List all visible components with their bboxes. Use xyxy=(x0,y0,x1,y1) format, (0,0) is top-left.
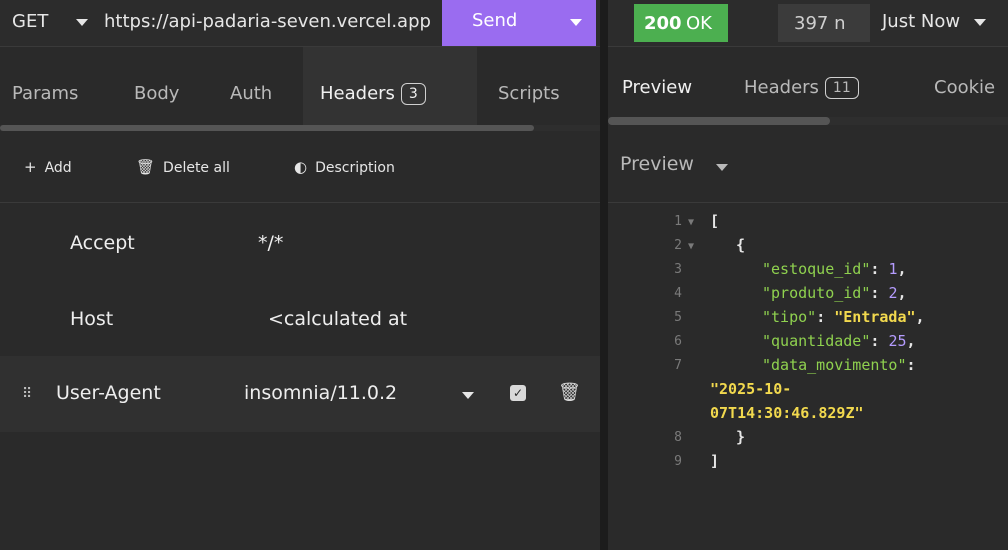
json-string: "2025-10- xyxy=(710,380,792,398)
response-time[interactable]: Just Now xyxy=(882,11,960,32)
line-number: 3 xyxy=(674,262,682,277)
headers-count-badge: 3 xyxy=(400,83,426,105)
tab-cookies[interactable]: Cookie xyxy=(934,77,995,98)
response-status-bar: 200 OK 397 n Just Now xyxy=(608,0,1008,47)
preview-mode-select[interactable]: Preview xyxy=(620,153,694,175)
json-key: "produto_id" xyxy=(762,284,871,302)
header-row: ⠿ User-Agent insomnia/11.0.2 ✓ 🗑 xyxy=(0,356,600,432)
value-chevron-down-icon[interactable] xyxy=(462,392,474,399)
code-line: 7 "data_movimento": xyxy=(608,356,1008,380)
line-number: 2 xyxy=(674,238,682,253)
header-row: Accept */* xyxy=(0,206,600,282)
tab-response-headers-label: Headers xyxy=(744,77,819,98)
tab-headers-label: Headers xyxy=(320,83,395,104)
line-number: 4 xyxy=(674,286,682,301)
response-size: 397 n xyxy=(778,4,870,42)
send-chevron-down-icon[interactable] xyxy=(570,19,582,26)
json-key: "tipo" xyxy=(762,308,817,326)
code-text: "produto_id": 2, xyxy=(762,284,907,302)
preview-chevron-down-icon[interactable] xyxy=(716,164,728,171)
tab-preview[interactable]: Preview xyxy=(622,77,692,98)
response-pane: 200 OK 397 n Just Now Preview Headers 11 … xyxy=(608,0,1008,550)
trash-icon: 🗑 xyxy=(136,158,156,176)
json-key: "data_movimento" xyxy=(762,356,907,374)
header-value[interactable]: */* xyxy=(258,232,283,254)
code-text: "tipo": "Entrada", xyxy=(762,308,925,326)
tabs-scrollbar-thumb[interactable] xyxy=(0,125,534,131)
header-row: Host <calculated at xyxy=(0,282,600,358)
delete-all-label: Delete all xyxy=(163,160,230,176)
json-string: 07T14:30:46.829Z" xyxy=(710,404,864,422)
code-text: ] xyxy=(710,452,720,470)
request-tabs: Params Body Auth Headers 3 Scripts xyxy=(0,47,600,129)
header-name[interactable]: Host xyxy=(70,308,113,330)
trash-icon[interactable]: 🗑 xyxy=(558,382,581,403)
line-number: 9 xyxy=(674,454,682,469)
send-label: Send xyxy=(472,10,518,31)
line-number: 1 xyxy=(674,214,682,229)
code-text: "data_movimento": xyxy=(762,356,916,374)
line-number: 6 xyxy=(674,334,682,349)
status-text: OK xyxy=(686,13,712,34)
add-label: Add xyxy=(44,160,72,176)
tab-body[interactable]: Body xyxy=(134,83,179,104)
code-text: "quantidade": 25, xyxy=(762,332,916,350)
header-name[interactable]: User-Agent xyxy=(56,382,161,404)
pane-divider[interactable] xyxy=(600,0,608,550)
url-input[interactable]: https://api-padaria-seven.vercel.app xyxy=(104,11,442,32)
code-text: { xyxy=(736,236,746,254)
code-line: 5 "tipo": "Entrada", xyxy=(608,308,1008,332)
header-name[interactable]: Accept xyxy=(70,232,135,254)
line-number: 8 xyxy=(674,430,682,445)
code-line: "2025-10- xyxy=(608,380,1008,404)
header-value[interactable]: insomnia/11.0.2 xyxy=(244,382,397,404)
toggle-icon: ◐ xyxy=(294,158,308,176)
json-key: "estoque_id" xyxy=(762,260,871,278)
plus-icon: + xyxy=(24,158,37,176)
history-chevron-down-icon[interactable] xyxy=(974,19,986,26)
headers-toolbar: + Add 🗑 Delete all ◐ Description xyxy=(0,136,600,203)
tab-response-headers[interactable]: Headers 11 xyxy=(744,77,859,99)
fold-chevron-icon[interactable]: ▼ xyxy=(688,241,694,252)
status-badge: 200 OK xyxy=(634,4,728,42)
code-text: "estoque_id": 1, xyxy=(762,260,907,278)
description-label: Description xyxy=(315,160,395,176)
response-headers-count-badge: 11 xyxy=(824,77,859,99)
method-select[interactable]: GET xyxy=(12,11,48,32)
add-header-button[interactable]: + Add xyxy=(24,158,72,176)
response-tabs-scrollbar-thumb[interactable] xyxy=(608,117,830,125)
json-key: "quantidade" xyxy=(762,332,871,350)
code-line: 4 "produto_id": 2, xyxy=(608,284,1008,308)
code-text: [ xyxy=(710,212,720,230)
header-enabled-checkbox[interactable]: ✓ xyxy=(510,385,526,401)
line-number: 5 xyxy=(674,310,682,325)
drag-handle-icon[interactable]: ⠿ xyxy=(22,386,32,402)
code-line: 6 "quantidade": 25, xyxy=(608,332,1008,356)
tab-params[interactable]: Params xyxy=(12,83,78,104)
preview-divider xyxy=(608,202,1008,203)
code-line: 3 "estoque_id": 1, xyxy=(608,260,1008,284)
url-bar: GET https://api-padaria-seven.vercel.app… xyxy=(0,0,600,47)
status-code: 200 xyxy=(644,13,682,34)
code-text: } xyxy=(736,428,746,446)
code-line: 07T14:30:46.829Z" xyxy=(608,404,1008,428)
fold-chevron-icon[interactable]: ▼ xyxy=(688,217,694,228)
code-line: 9 ] xyxy=(608,452,1008,476)
tab-headers[interactable]: Headers 3 xyxy=(320,83,426,105)
send-button[interactable]: Send xyxy=(442,0,596,46)
method-chevron-down-icon[interactable] xyxy=(76,19,88,26)
code-line: 8 } xyxy=(608,428,1008,452)
json-string: "Entrada" xyxy=(834,308,916,326)
tab-scripts[interactable]: Scripts xyxy=(498,83,560,104)
delete-all-button[interactable]: 🗑 Delete all xyxy=(136,158,230,176)
description-toggle[interactable]: ◐ Description xyxy=(294,158,395,176)
code-line: 2 ▼ { xyxy=(608,236,1008,260)
request-pane: GET https://api-padaria-seven.vercel.app… xyxy=(0,0,600,550)
line-number: 7 xyxy=(674,358,682,373)
code-line: 1 ▼ [ xyxy=(608,212,1008,236)
json-number: 25 xyxy=(888,332,907,350)
response-size-text: 397 n xyxy=(794,13,846,34)
header-value[interactable]: <calculated at xyxy=(268,308,407,330)
tab-auth[interactable]: Auth xyxy=(230,83,272,104)
